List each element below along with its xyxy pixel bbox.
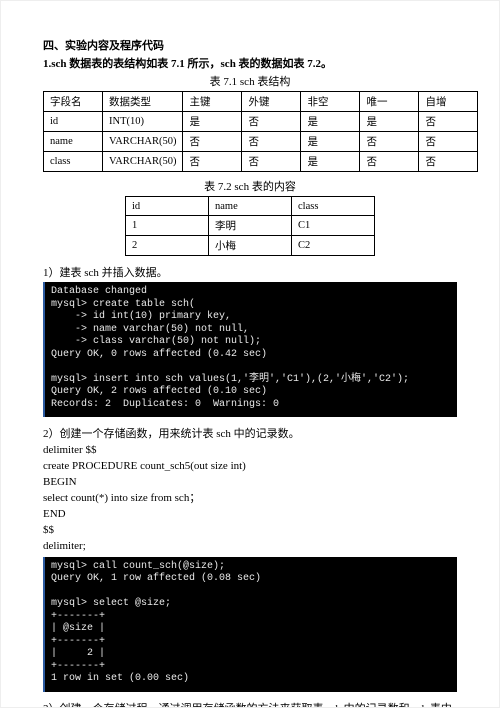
subheading-1: 1.sch 数据表的表结构如表 7.1 所示，sch 表的数据如表 7.2。 [43,55,457,71]
th: name [209,197,292,216]
th: 数据类型 [103,92,183,112]
th: class [292,197,375,216]
table-7-1: 字段名 数据类型 主键 外键 非空 唯一 自增 idINT(10)是否是是否 n… [43,91,478,172]
caption-7-1: 表 7.1 sch 表结构 [43,73,457,89]
th: 主键 [183,92,242,112]
th: 外键 [242,92,301,112]
code-block-2: delimiter $$ create PROCEDURE count_sch5… [43,443,457,555]
th: 自增 [419,92,478,112]
table-row: 2小梅C2 [126,236,375,256]
th: id [126,197,209,216]
th: 非空 [301,92,360,112]
th: 唯一 [360,92,419,112]
terminal-1: Database changed mysql> create table sch… [43,282,457,417]
step-1: 1）建表 sch 并插入数据。 [43,264,457,280]
step-3: 3）创建一个存储过程，通过调用存储函数的方法来获取表 sch 中的记录数和 sc… [43,700,457,708]
table-row: id name class [126,197,375,216]
th: 字段名 [44,92,103,112]
terminal-2: mysql> call count_sch(@size); Query OK, … [43,557,457,692]
caption-7-2: 表 7.2 sch 表的内容 [43,178,457,194]
table-row: idINT(10)是否是是否 [44,112,478,132]
table-7-2: id name class 1李明C1 2小梅C2 [125,196,375,256]
table-row: classVARCHAR(50)否否是否否 [44,152,478,172]
table-row: nameVARCHAR(50)否否是否否 [44,132,478,152]
table-row: 字段名 数据类型 主键 外键 非空 唯一 自增 [44,92,478,112]
step-2: 2）创建一个存储函数，用来统计表 sch 中的记录数。 [43,425,457,441]
table-row: 1李明C1 [126,216,375,236]
page: 四、实验内容及程序代码 1.sch 数据表的表结构如表 7.1 所示，sch 表… [0,0,500,708]
section-heading: 四、实验内容及程序代码 [43,37,457,53]
